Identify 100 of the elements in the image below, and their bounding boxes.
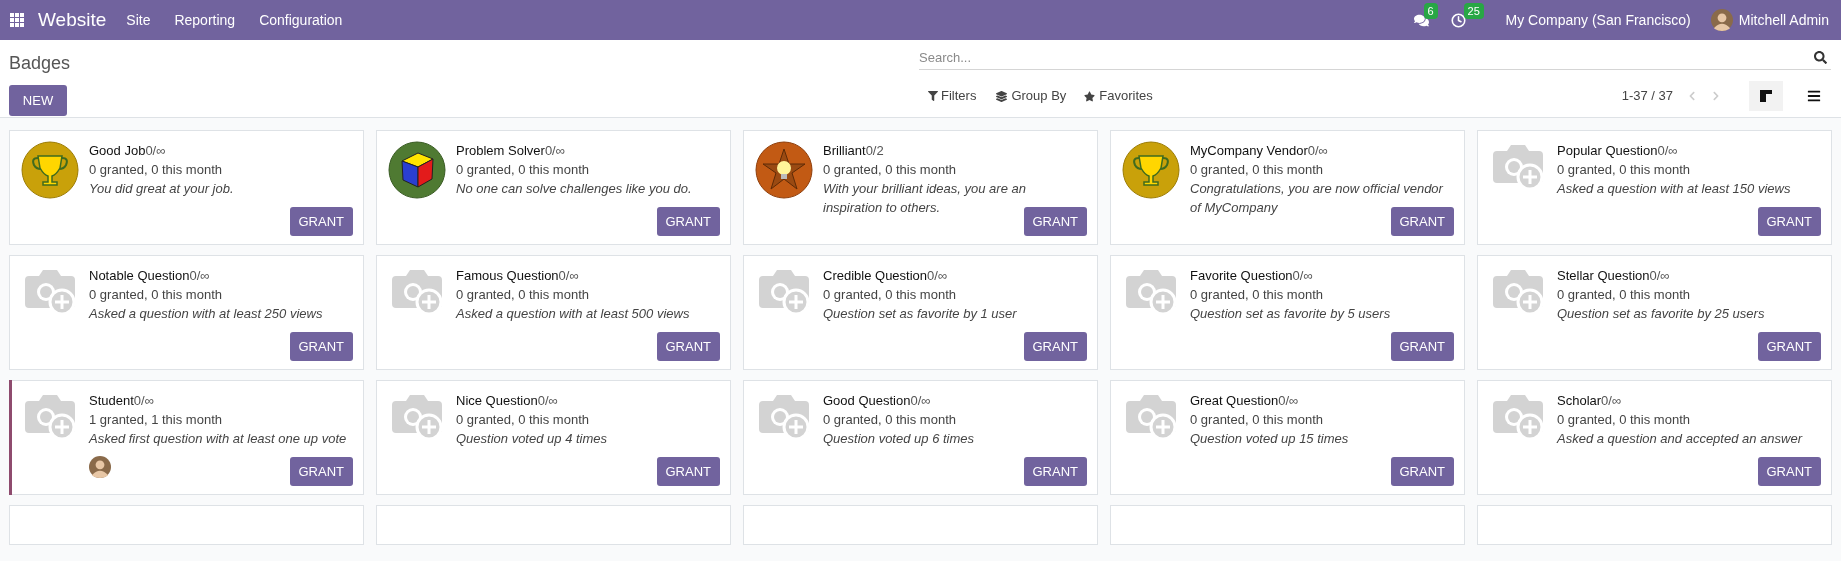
grant-button[interactable]: GRANT [1390, 207, 1454, 236]
granted-count: 0 granted, 0 this month [1557, 161, 1691, 179]
app-name[interactable]: Website [38, 5, 107, 35]
star-icon [1084, 90, 1096, 102]
layers-icon [996, 90, 1008, 102]
grant-button[interactable]: GRANT [656, 457, 720, 486]
badge-title: Credible Question0/∞ [823, 267, 949, 285]
grant-button[interactable]: GRANT [1757, 332, 1821, 361]
grant-button[interactable]: GRANT [289, 457, 353, 486]
badge-title: MyCompany Vendor0/∞ [1190, 142, 1329, 160]
kanban-icon [1759, 89, 1773, 103]
chat-icon[interactable] [1413, 12, 1429, 28]
badge-title: Good Job0/∞ [89, 142, 167, 160]
apps-menu-icon[interactable] [10, 13, 24, 27]
badge-description: Asked a question with at least 150 views [1557, 180, 1791, 198]
grant-button[interactable]: GRANT [1023, 457, 1087, 486]
granted-count: 0 granted, 0 this month [823, 411, 957, 429]
granted-count: 0 granted, 0 this month [456, 286, 590, 304]
badge-title: Student0/∞ [89, 392, 155, 410]
favorites-button[interactable]: Favorites [1084, 86, 1153, 106]
badge-card[interactable] [9, 505, 364, 545]
badge-card[interactable]: Brilliant0/2 0 granted, 0 this month With your brilliant ideas, you are an inspiration to others. GRANT [743, 130, 1098, 245]
badge-title: Great Question0/∞ [1190, 392, 1300, 410]
grant-button[interactable]: GRANT [1390, 332, 1454, 361]
navbar-menu-item[interactable]: Reporting [174, 9, 236, 31]
granted-count: 0 granted, 0 this month [1190, 411, 1324, 429]
grant-button[interactable]: GRANT [1757, 457, 1821, 486]
badge-description: Question voted up 15 times [1190, 430, 1349, 448]
navbar-menu-item[interactable]: Configuration [259, 9, 343, 31]
clock-icon[interactable] [1450, 12, 1466, 28]
granted-count: 0 granted, 0 this month [1557, 411, 1691, 429]
badge-card[interactable]: Nice Question0/∞ 0 granted, 0 this month Question voted up 4 times GRANT [376, 380, 731, 495]
badge-card[interactable]: Popular Question0/∞ 0 granted, 0 this month Asked a question with at least 150 views GRANT [1477, 130, 1832, 245]
grant-button[interactable]: GRANT [1023, 332, 1087, 361]
badge-card[interactable] [743, 505, 1098, 545]
granted-count: 0 granted, 0 this month [1190, 286, 1324, 304]
group-by-button[interactable]: Group By [996, 86, 1067, 106]
badge-card[interactable]: Scholar0/∞ 0 granted, 0 this month Asked a question and accepted an answer GRANT [1477, 380, 1832, 495]
page-title: Badges [9, 52, 72, 75]
list-icon [1807, 89, 1821, 103]
granted-count: 0 granted, 0 this month [823, 286, 957, 304]
badge-card[interactable] [376, 505, 731, 545]
previous-page-icon[interactable] [1687, 91, 1697, 101]
badge-card[interactable]: Problem Solver0/∞ 0 granted, 0 this month No one can solve challenges like you do. GRANT [376, 130, 731, 245]
grant-button[interactable]: GRANT [1757, 207, 1821, 236]
trophy-icon [21, 141, 79, 199]
grant-button[interactable]: GRANT [289, 332, 353, 361]
badge-description: Question voted up 4 times [456, 430, 608, 448]
badge-card[interactable]: MyCompany Vendor0/∞ 0 granted, 0 this month Congratulations, you are now official vendor of MyCompany GRANT [1110, 130, 1465, 245]
user-menu[interactable]: Mitchell Admin [1738, 9, 1829, 31]
badge-title: Good Question0/∞ [823, 392, 932, 410]
pager-value[interactable]: 1-37 / 37 [1621, 86, 1673, 106]
badge-description: Question set as favorite by 1 user [823, 305, 1017, 323]
search-icon[interactable] [1814, 51, 1827, 64]
next-page-icon[interactable] [1711, 91, 1721, 101]
badge-description: Asked a question with at least 250 views [89, 305, 323, 323]
badge-card[interactable]: Good Job0/∞ 0 granted, 0 this month You did great at your job. GRANT [9, 130, 364, 245]
badge-title: Popular Question0/∞ [1557, 142, 1679, 160]
badge-card[interactable]: Notable Question0/∞ 0 granted, 0 this month Asked a question with at least 250 views GRANT [9, 255, 364, 370]
badge-description: Asked a question and accepted an answer [1557, 430, 1802, 448]
granted-count: 0 granted, 0 this month [89, 161, 223, 179]
filter-icon [928, 91, 938, 101]
filters-button[interactable]: Filters [928, 86, 977, 106]
badge-card[interactable]: Favorite Question0/∞ 0 granted, 0 this month Question set as favorite by 5 users GRANT [1110, 255, 1465, 370]
kanban-view-button[interactable] [1749, 81, 1783, 111]
badge-title: Scholar0/∞ [1557, 392, 1623, 410]
company-switcher[interactable]: My Company (San Francisco) [1505, 9, 1691, 31]
grant-button[interactable]: GRANT [289, 207, 353, 236]
badge-card[interactable]: Great Question0/∞ 0 granted, 0 this month Question voted up 15 times GRANT [1110, 380, 1465, 495]
new-button[interactable]: NEW [9, 85, 67, 116]
user-avatar [1710, 9, 1733, 31]
grant-button[interactable]: GRANT [656, 332, 720, 361]
badge-description: No one can solve challenges like you do. [456, 180, 692, 198]
badge-card[interactable] [1477, 505, 1832, 545]
badge-description: Question voted up 6 times [823, 430, 975, 448]
granted-count: 0 granted, 0 this month [456, 411, 590, 429]
badge-card[interactable]: Credible Question0/∞ 0 granted, 0 this month Question set as favorite by 1 user GRANT [743, 255, 1098, 370]
grant-button[interactable]: GRANT [1390, 457, 1454, 486]
badge-card[interactable] [1110, 505, 1465, 545]
search-field[interactable]: Search... [919, 46, 1810, 69]
badge-description: Asked first question with at least one up vote [89, 430, 347, 448]
badge-card[interactable]: Stellar Question0/∞ 0 granted, 0 this month Question set as favorite by 25 users GRANT [1477, 255, 1832, 370]
message-count-badge: 6 [1423, 2, 1438, 19]
badge-title: Famous Question0/∞ [456, 267, 580, 285]
badge-card[interactable]: Famous Question0/∞ 0 granted, 0 this month Asked a question with at least 500 views GRANT [376, 255, 731, 370]
badge-description: Question set as favorite by 25 users [1557, 305, 1765, 323]
badge-card[interactable]: Good Question0/∞ 0 granted, 0 this month Question voted up 6 times GRANT [743, 380, 1098, 495]
badge-title: Favorite Question0/∞ [1190, 267, 1314, 285]
badge-title: Stellar Question0/∞ [1557, 267, 1671, 285]
trophy-icon [1122, 141, 1180, 199]
grant-button[interactable]: GRANT [1023, 207, 1087, 236]
granted-count: 0 granted, 0 this month [456, 161, 590, 179]
badge-card[interactable]: Student0/∞ 1 granted, 1 this month Asked first question with at least one up vote GRANT [9, 380, 364, 495]
grant-button[interactable]: GRANT [656, 207, 720, 236]
cube-icon [388, 141, 446, 199]
badge-description: Asked a question with at least 500 views [456, 305, 690, 323]
badge-title: Problem Solver0/∞ [456, 142, 566, 160]
activity-count-badge: 25 [1463, 2, 1484, 19]
granted-count: 0 granted, 0 this month [1190, 161, 1324, 179]
navbar-menu-item[interactable]: Site [126, 9, 151, 31]
